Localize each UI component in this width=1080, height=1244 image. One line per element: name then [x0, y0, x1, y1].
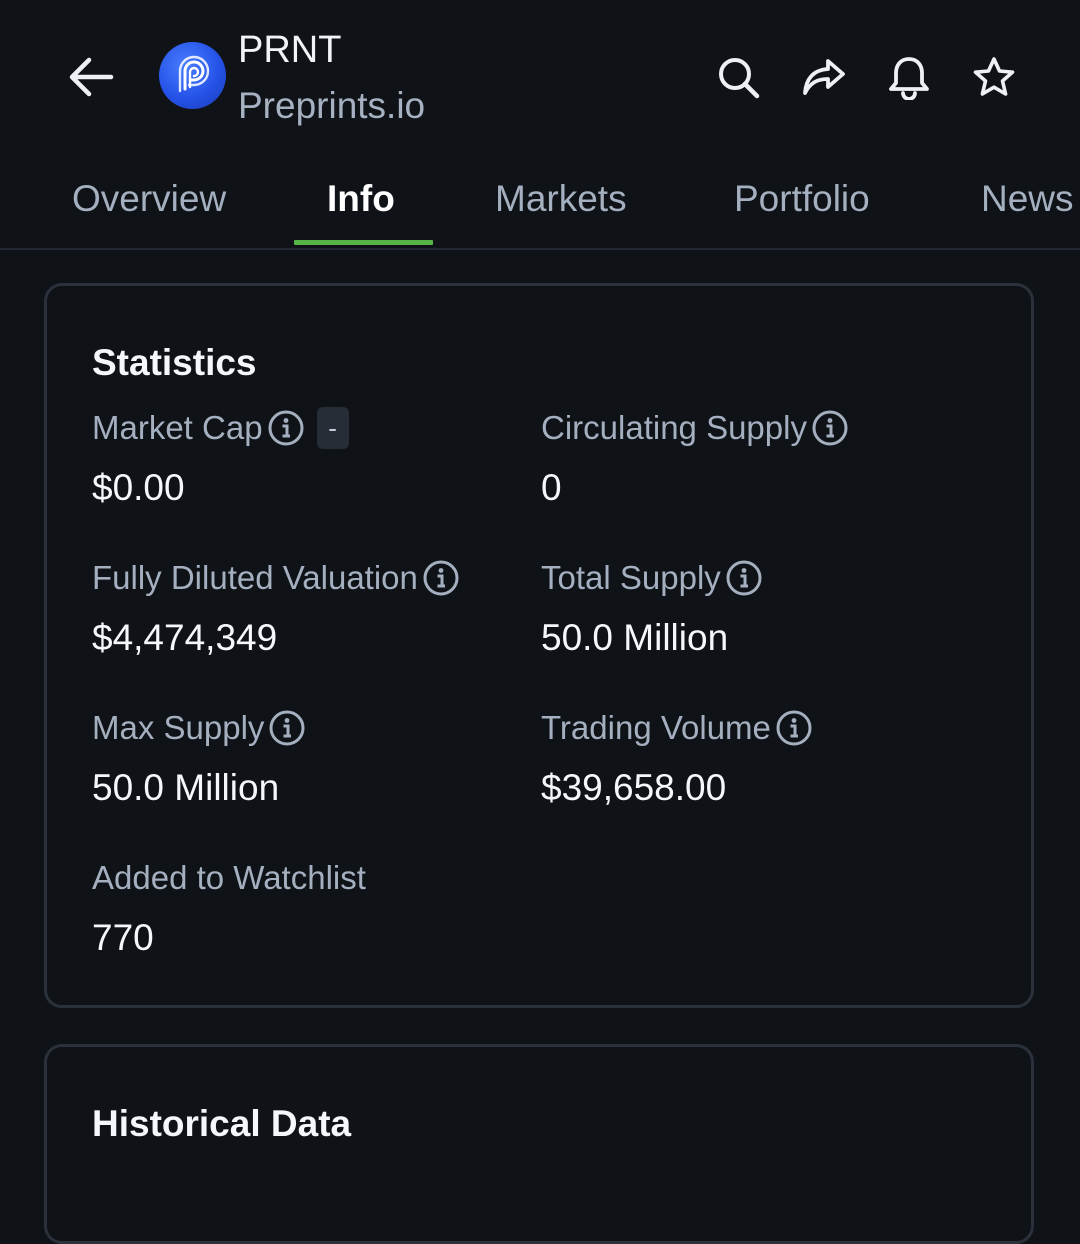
watchlist-button[interactable] [970, 54, 1018, 100]
historical-data-card: Historical Data [44, 1044, 1034, 1244]
stat-value: 770 [92, 917, 154, 958]
stat-watchlist-count: Added to Watchlist 770 [92, 856, 366, 960]
tab-portfolio[interactable]: Portfolio [734, 160, 870, 248]
coin-ticker: PRNT [238, 29, 342, 71]
preprints-logo-icon [178, 55, 209, 92]
back-button[interactable] [62, 52, 118, 102]
historical-data-title: Historical Data [92, 1103, 352, 1144]
share-icon [803, 59, 845, 95]
stat-label: Fully Diluted Valuation [92, 559, 418, 596]
tab-overview[interactable]: Overview [72, 160, 226, 248]
stat-market-cap: Market Cap - $0.00 [92, 406, 349, 510]
tab-bar: Overview Info Markets Portfolio News [0, 160, 1080, 250]
stat-value: 50.0 Million [92, 767, 280, 808]
info-icon[interactable] [268, 709, 306, 747]
status-badge: - [316, 407, 349, 449]
stat-label: Circulating Supply [541, 409, 807, 446]
stat-trading-volume: Trading Volume $39,658.00 [541, 706, 813, 810]
info-icon[interactable] [775, 709, 813, 747]
app-header: PRNT Preprints.io [0, 0, 1080, 160]
active-tab-indicator [294, 240, 433, 245]
statistics-card: Statistics Market Cap - $0.00 Circulatin… [44, 283, 1034, 1008]
info-icon[interactable] [811, 409, 849, 447]
info-icon[interactable] [267, 409, 305, 447]
stat-label: Market Cap [92, 409, 263, 446]
stat-total-supply: Total Supply 50.0 Million [541, 556, 763, 660]
stat-value: $0.00 [92, 467, 185, 508]
stat-value: $4,474,349 [92, 617, 278, 658]
tab-info[interactable]: Info [327, 160, 395, 248]
stat-label: Added to Watchlist [92, 859, 366, 896]
coin-logo [159, 42, 226, 109]
stat-value: 0 [541, 467, 562, 508]
stat-label: Max Supply [92, 709, 265, 746]
coin-name: Preprints.io [238, 85, 426, 126]
stat-value: $39,658.00 [541, 767, 727, 808]
stat-value: 50.0 Million [541, 617, 729, 658]
stat-max-supply: Max Supply 50.0 Million [92, 706, 306, 810]
search-button[interactable] [714, 54, 762, 100]
stat-circulating-supply: Circulating Supply 0 [541, 406, 849, 510]
search-icon [719, 58, 760, 99]
tab-markets[interactable]: Markets [495, 160, 627, 248]
info-icon[interactable] [422, 559, 460, 597]
share-button[interactable] [800, 54, 848, 100]
stat-fully-diluted-valuation: Fully Diluted Valuation $4,474,349 [92, 556, 460, 660]
stat-label: Total Supply [541, 559, 721, 596]
statistics-title: Statistics [92, 342, 257, 383]
info-icon[interactable] [725, 559, 763, 597]
star-icon [973, 57, 1015, 96]
stat-label: Trading Volume [541, 709, 771, 746]
alert-button[interactable] [885, 54, 933, 100]
arrow-left-icon [69, 57, 114, 97]
bell-icon [889, 57, 929, 100]
tab-news[interactable]: News [981, 160, 1074, 248]
